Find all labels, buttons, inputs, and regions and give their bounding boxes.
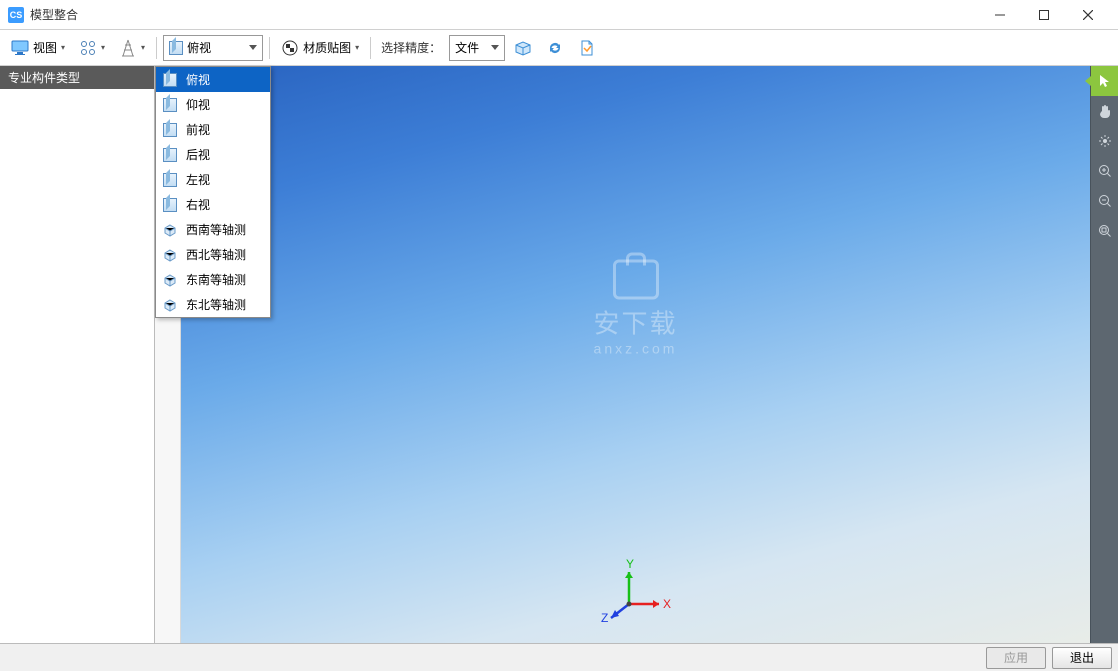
menu-item-se-iso[interactable]: 东南等轴测 — [156, 267, 270, 292]
material-button[interactable]: 材质贴图 ▾ — [276, 34, 364, 62]
window-title: 模型整合 — [30, 6, 978, 23]
grid-button[interactable]: ▾ — [74, 34, 110, 62]
menu-item-ne-iso[interactable]: 东北等轴测 — [156, 292, 270, 317]
menu-item-front-view[interactable]: 前视 — [156, 117, 270, 142]
chevron-down-icon: ▾ — [355, 43, 359, 52]
box-icon — [514, 39, 532, 57]
menu-item-label: 东南等轴测 — [186, 271, 246, 288]
cube-icon — [162, 147, 178, 163]
viewport-wrap: 安下载 anxz.com X Y Z — [155, 66, 1118, 643]
menu-item-label: 前视 — [186, 121, 210, 138]
refresh-icon — [546, 39, 564, 57]
refresh-button[interactable] — [541, 34, 569, 62]
menu-item-label: 右视 — [186, 196, 210, 213]
footer: 应用 退出 — [0, 643, 1118, 671]
select-tool[interactable] — [1091, 66, 1118, 96]
apply-button[interactable]: 应用 — [986, 647, 1046, 669]
menu-item-label: 西南等轴测 — [186, 221, 246, 238]
svg-text:Z: Z — [601, 611, 608, 625]
iso-icon — [162, 247, 178, 263]
document-button[interactable] — [573, 34, 601, 62]
minimize-button[interactable] — [978, 1, 1022, 29]
watermark: 安下载 anxz.com — [593, 260, 677, 357]
precision-label: 选择精度： — [377, 39, 445, 56]
watermark-line2: anxz.com — [593, 341, 677, 357]
sidebar-body[interactable] — [0, 89, 154, 643]
viewport-3d[interactable]: 安下载 anxz.com X Y Z — [181, 66, 1090, 643]
cube-icon — [162, 72, 178, 88]
axis-gizmo: X Y Z — [601, 562, 671, 625]
zoom-out-tool[interactable] — [1091, 186, 1118, 216]
grid-icon — [79, 39, 97, 57]
separator — [269, 37, 270, 59]
hand-tool[interactable] — [1091, 96, 1118, 126]
menu-item-label: 后视 — [186, 146, 210, 163]
menu-item-right-view[interactable]: 右视 — [156, 192, 270, 217]
menu-item-back-view[interactable]: 后视 — [156, 142, 270, 167]
menu-item-label: 俯视 — [186, 71, 210, 88]
dropdown-arrow-icon — [249, 45, 257, 50]
cube-icon — [169, 41, 183, 55]
app-logo-icon: CS — [8, 7, 24, 23]
chevron-down-icon: ▾ — [101, 43, 105, 52]
titlebar: CS 模型整合 — [0, 0, 1118, 30]
view-orientation-dropdown[interactable]: 俯视 — [163, 35, 263, 61]
svg-text:Y: Y — [626, 557, 634, 571]
menu-item-label: 仰视 — [186, 96, 210, 113]
monitor-icon — [11, 39, 29, 57]
file-dropdown[interactable]: 文件 — [449, 35, 505, 61]
cube-icon — [162, 97, 178, 113]
separator — [156, 37, 157, 59]
file-dropdown-label: 文件 — [455, 39, 487, 56]
dropdown-arrow-icon — [491, 45, 499, 50]
tower-icon — [119, 39, 137, 57]
separator — [370, 37, 371, 59]
menu-item-top-view[interactable]: 俯视 — [156, 67, 270, 92]
view-orientation-label: 俯视 — [187, 39, 245, 56]
menu-item-nw-iso[interactable]: 西北等轴测 — [156, 242, 270, 267]
menu-item-left-view[interactable]: 左视 — [156, 167, 270, 192]
iso-icon — [162, 297, 178, 313]
chevron-down-icon: ▾ — [61, 43, 65, 52]
chevron-down-icon: ▾ — [141, 43, 145, 52]
sidebar-header: 专业构件类型 — [0, 66, 154, 89]
close-button[interactable] — [1066, 1, 1110, 29]
checker-icon — [281, 39, 299, 57]
zoom-window-tool[interactable] — [1091, 216, 1118, 246]
view-orientation-menu[interactable]: 俯视 仰视 前视 后视 左视 右视 西南等轴测 西北等轴测 东南等轴测 东北等轴… — [155, 66, 271, 318]
menu-item-sw-iso[interactable]: 西南等轴测 — [156, 217, 270, 242]
iso-icon — [162, 272, 178, 288]
cube-icon — [162, 172, 178, 188]
view-button-label: 视图 — [33, 39, 57, 56]
document-icon — [578, 39, 596, 57]
toolbar: 视图 ▾ ▾ ▾ 俯视 材质贴图 ▾ 选择精度： 文件 — [0, 30, 1118, 66]
sidebar: 专业构件类型 — [0, 66, 155, 643]
exit-button[interactable]: 退出 — [1052, 647, 1112, 669]
view-button[interactable]: 视图 ▾ — [6, 34, 70, 62]
iso-icon — [162, 222, 178, 238]
maximize-button[interactable] — [1022, 1, 1066, 29]
zoom-in-tool[interactable] — [1091, 156, 1118, 186]
menu-item-label: 左视 — [186, 171, 210, 188]
material-button-label: 材质贴图 — [303, 39, 351, 56]
cube-icon — [162, 197, 178, 213]
svg-text:X: X — [663, 597, 671, 611]
menu-item-label: 东北等轴测 — [186, 296, 246, 313]
tower-button[interactable]: ▾ — [114, 34, 150, 62]
cube-icon — [162, 122, 178, 138]
box-tool-button[interactable] — [509, 34, 537, 62]
menu-item-bottom-view[interactable]: 仰视 — [156, 92, 270, 117]
watermark-line1: 安下载 — [593, 304, 677, 341]
bag-icon — [612, 260, 658, 300]
rotate-tool[interactable] — [1091, 126, 1118, 156]
menu-item-label: 西北等轴测 — [186, 246, 246, 263]
right-toolbar — [1090, 66, 1118, 643]
